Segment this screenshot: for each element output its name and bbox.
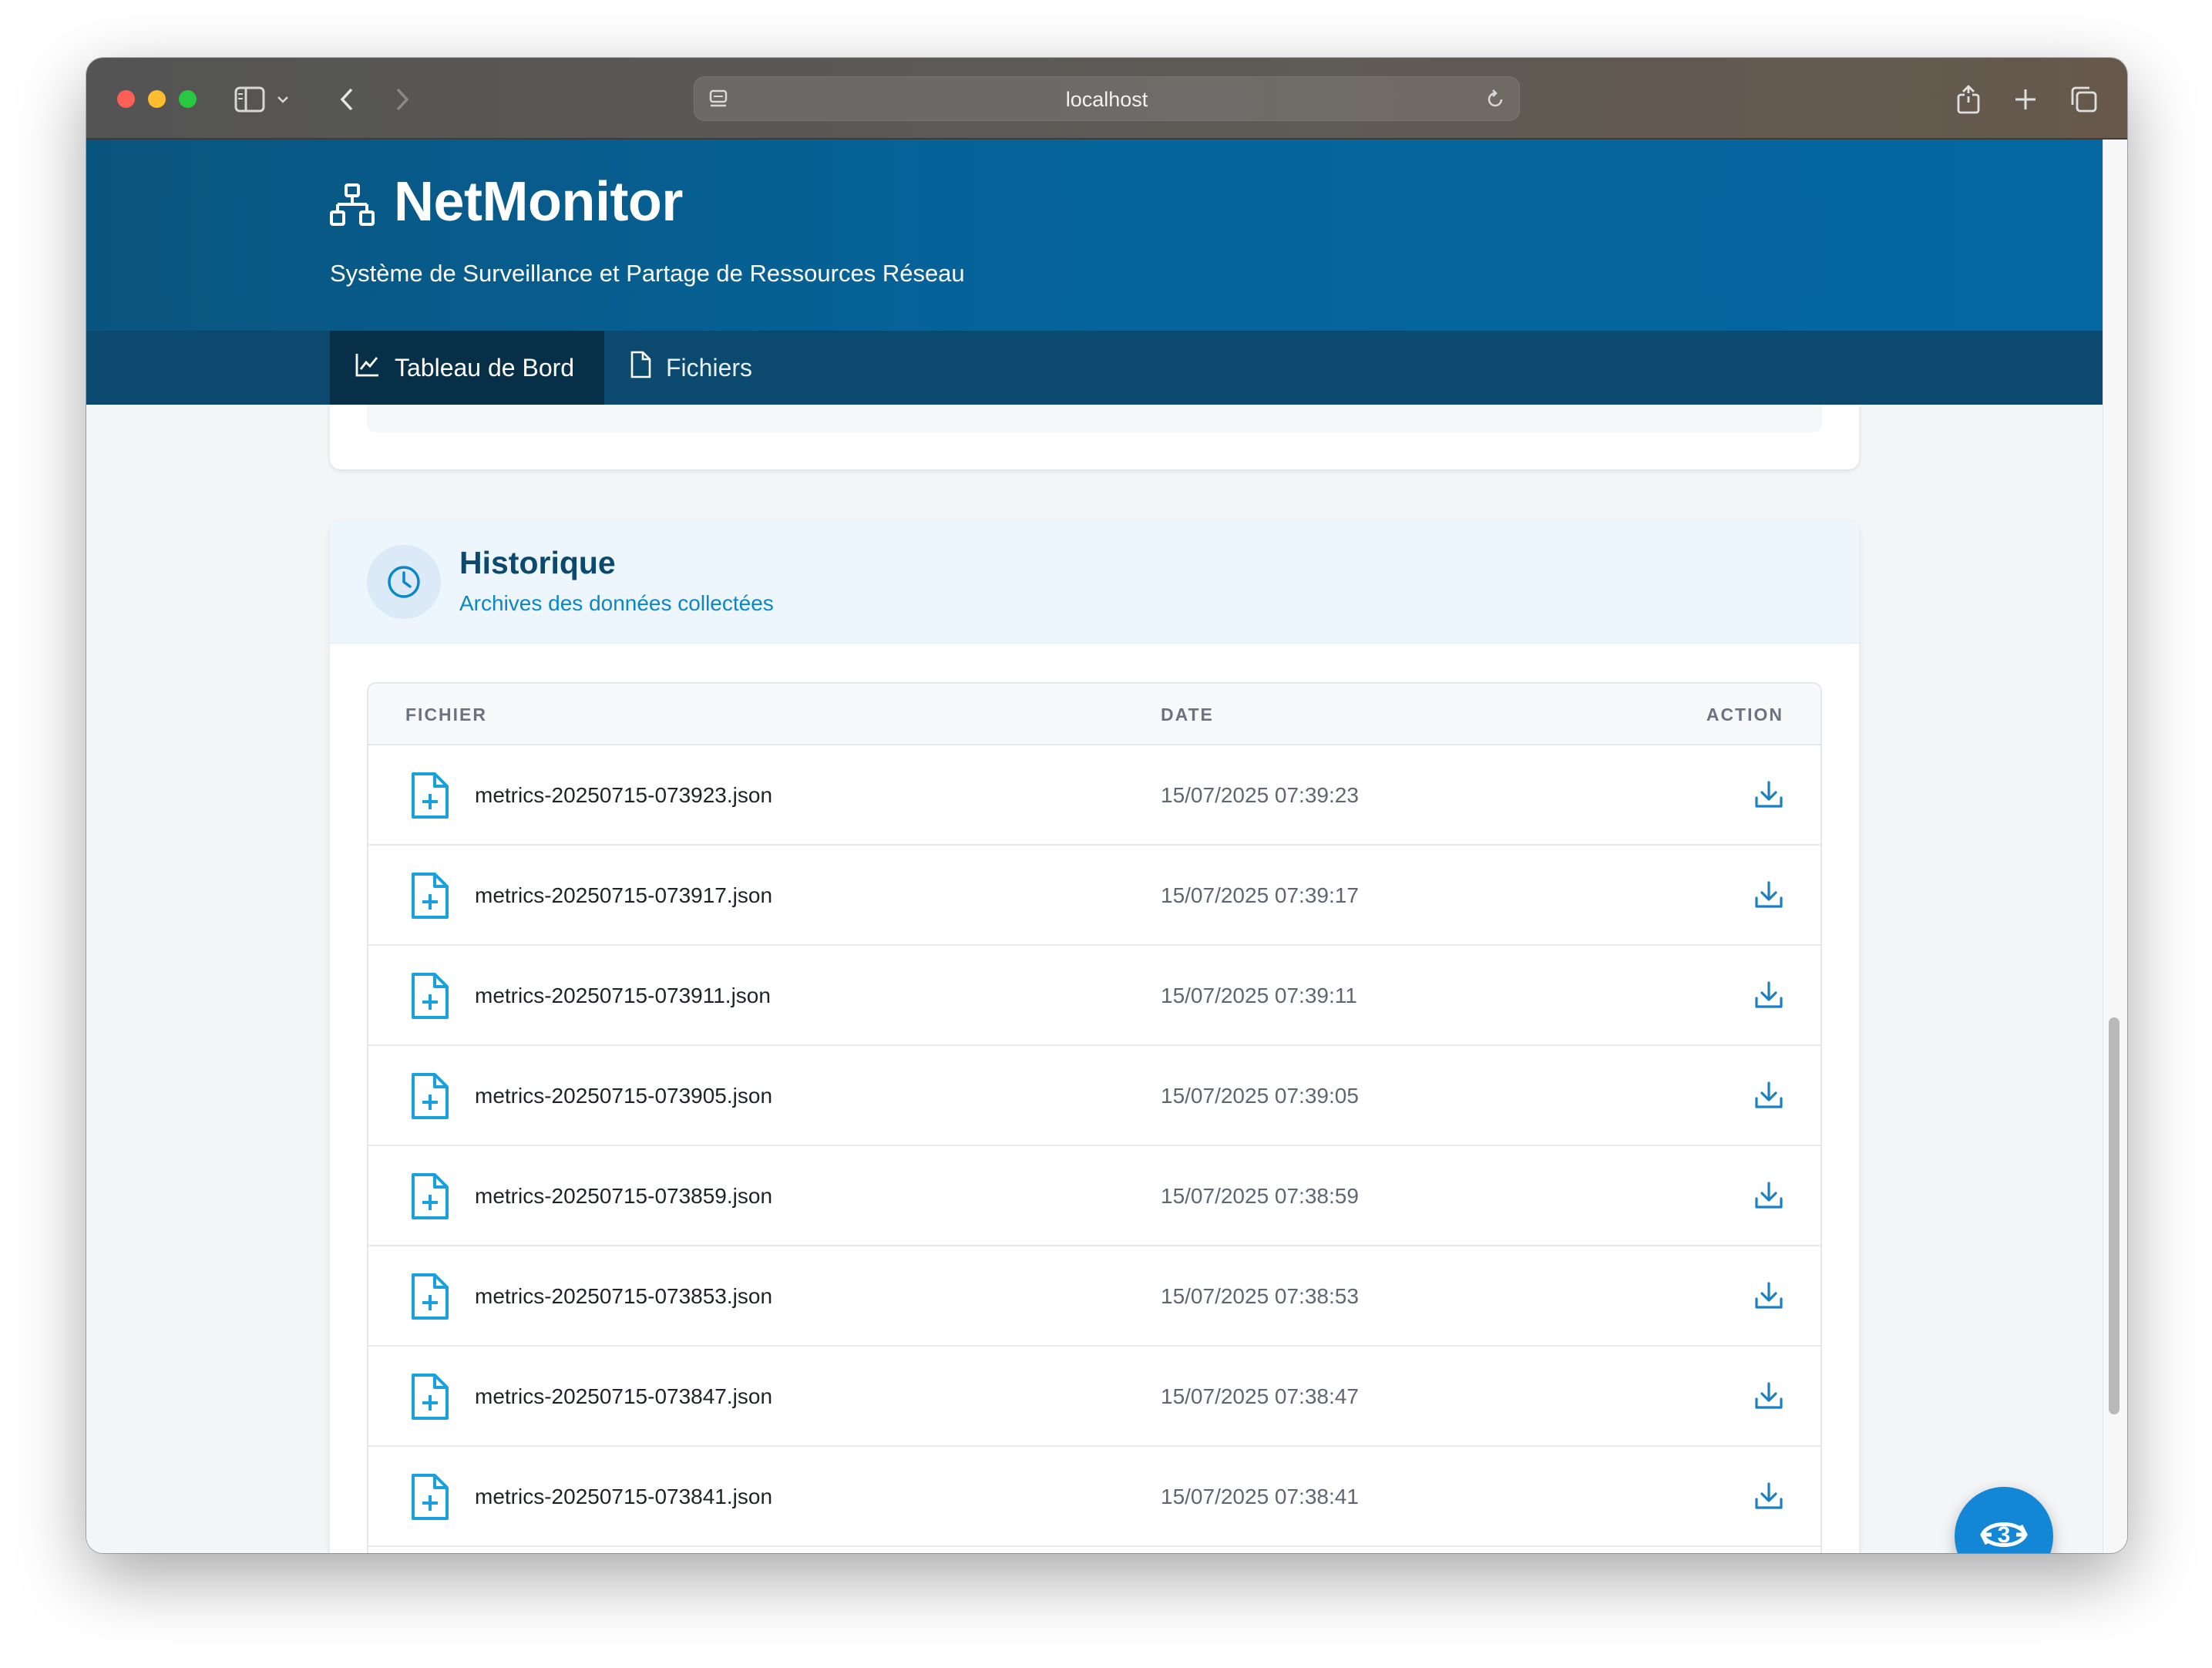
json-file-icon bbox=[408, 1172, 450, 1220]
new-tab-icon[interactable] bbox=[2009, 82, 2042, 116]
file-name[interactable]: metrics-20250715-073905.json bbox=[475, 1046, 772, 1146]
json-file-icon bbox=[408, 1273, 450, 1320]
file-date: 15/07/2025 07:39:17 bbox=[1161, 883, 1359, 907]
table-row: metrics-20250715-073923.json 15/07/2025 0… bbox=[368, 745, 1820, 846]
download-button[interactable] bbox=[1753, 1281, 1785, 1313]
download-button[interactable] bbox=[1753, 780, 1785, 812]
file-date: 15/07/2025 07:38:59 bbox=[1161, 1184, 1359, 1208]
download-icon bbox=[1753, 1481, 1784, 1515]
file-name[interactable]: metrics-20250715-073911.json bbox=[475, 946, 771, 1046]
clock-icon bbox=[367, 545, 441, 619]
minimize-window-button[interactable] bbox=[148, 90, 166, 108]
file-date: 15/07/2025 07:39:05 bbox=[1161, 1084, 1359, 1108]
json-file-icon bbox=[408, 772, 450, 819]
file-date: 15/07/2025 07:38:53 bbox=[1161, 1284, 1359, 1308]
file-date: 15/07/2025 07:38:47 bbox=[1161, 1384, 1359, 1408]
browser-toolbar: localhost bbox=[86, 58, 2127, 140]
history-table: FICHIER DATE ACTION metrics-20250715-073… bbox=[367, 682, 1822, 1553]
column-header-action: ACTION bbox=[1706, 705, 1783, 725]
refresh-count: 3 bbox=[1998, 1522, 2011, 1548]
file-name[interactable]: metrics-20250715-073923.json bbox=[475, 745, 772, 846]
file-name[interactable]: metrics-20250715-073847.json bbox=[475, 1347, 772, 1447]
column-header-date[interactable]: DATE bbox=[1161, 684, 1214, 745]
close-window-button[interactable] bbox=[117, 90, 135, 108]
download-icon bbox=[1753, 1280, 1784, 1315]
table-row: metrics-20250715-073911.json 15/07/2025 0… bbox=[368, 946, 1820, 1046]
page-content: NetMonitor Système de Surveillance et Pa… bbox=[86, 140, 2103, 1553]
table-row: metrics-20250715-073859.json 15/07/2025 0… bbox=[368, 1146, 1820, 1246]
tab-dashboard-label: Tableau de Bord bbox=[395, 353, 575, 382]
sidebar-toggle-icon[interactable] bbox=[233, 82, 267, 116]
download-button[interactable] bbox=[1753, 1381, 1785, 1414]
network-icon bbox=[330, 183, 375, 227]
table-row: metrics-20250715-073853.json 15/07/2025 0… bbox=[368, 1246, 1820, 1347]
json-file-icon bbox=[408, 972, 450, 1020]
history-card-header: Historique Archives des données collecté… bbox=[330, 520, 1859, 644]
app-header: NetMonitor Système de Surveillance et Pa… bbox=[86, 140, 2103, 331]
history-subtitle: Archives des données collectées bbox=[459, 591, 774, 615]
table-row: metrics-20250715-073847.json 15/07/2025 0… bbox=[368, 1347, 1820, 1447]
tab-dashboard[interactable]: Tableau de Bord bbox=[330, 331, 604, 405]
tab-files-label: Fichiers bbox=[666, 353, 753, 382]
file-name[interactable]: metrics-20250715-073917.json bbox=[475, 846, 772, 946]
file-icon bbox=[629, 351, 652, 385]
download-button[interactable] bbox=[1753, 880, 1785, 913]
page-settings-icon[interactable] bbox=[705, 86, 731, 113]
file-date: 15/07/2025 07:39:11 bbox=[1161, 984, 1357, 1007]
reload-icon[interactable] bbox=[1482, 86, 1508, 113]
download-icon bbox=[1753, 1180, 1784, 1215]
download-button[interactable] bbox=[1753, 1181, 1785, 1213]
download-icon bbox=[1753, 779, 1784, 814]
chevron-down-icon[interactable] bbox=[271, 82, 294, 116]
file-name[interactable]: metrics-20250715-073859.json bbox=[475, 1146, 772, 1246]
tab-overview-icon[interactable] bbox=[2067, 82, 2101, 116]
json-file-icon bbox=[408, 872, 450, 920]
main-nav: Tableau de Bord Fichiers bbox=[86, 331, 2103, 405]
tab-files[interactable]: Fichiers bbox=[604, 331, 789, 405]
maximize-window-button[interactable] bbox=[179, 90, 197, 108]
table-row: metrics-20250715-073841.json 15/07/2025 0… bbox=[368, 1447, 1820, 1547]
scrollbar-thumb[interactable] bbox=[2109, 1017, 2120, 1414]
file-name[interactable]: metrics-20250715-073841.json bbox=[475, 1447, 772, 1547]
forward-arrow-icon[interactable] bbox=[385, 82, 419, 116]
json-file-icon bbox=[408, 1072, 450, 1120]
download-icon bbox=[1753, 1080, 1784, 1115]
download-button[interactable] bbox=[1753, 980, 1785, 1013]
download-button[interactable] bbox=[1753, 1481, 1785, 1514]
download-icon bbox=[1753, 1380, 1784, 1415]
chart-line-icon bbox=[355, 351, 381, 384]
address-text: localhost bbox=[1065, 88, 1148, 111]
share-icon[interactable] bbox=[1951, 82, 1985, 116]
download-button[interactable] bbox=[1753, 1081, 1785, 1113]
json-file-icon bbox=[408, 1473, 450, 1521]
app-title: NetMonitor bbox=[394, 171, 683, 233]
app-subtitle: Système de Surveillance et Partage de Re… bbox=[330, 260, 965, 287]
table-header: FICHIER DATE ACTION bbox=[368, 684, 1820, 745]
previous-card bbox=[330, 405, 1859, 469]
download-icon bbox=[1753, 879, 1784, 914]
address-bar[interactable]: localhost bbox=[694, 76, 1520, 121]
history-card: Historique Archives des données collecté… bbox=[330, 520, 1859, 1553]
table-row: metrics-20250715-073905.json 15/07/2025 0… bbox=[368, 1046, 1820, 1146]
download-icon bbox=[1753, 980, 1784, 1014]
browser-window: localhost NetMonitor Système de Surveill… bbox=[86, 58, 2127, 1553]
file-name[interactable]: metrics-20250715-073853.json bbox=[475, 1246, 772, 1347]
column-header-file[interactable]: FICHIER bbox=[405, 684, 487, 745]
history-title: Historique bbox=[459, 545, 616, 580]
auto-refresh-button[interactable]: 3 bbox=[1955, 1487, 2053, 1553]
file-date: 15/07/2025 07:38:41 bbox=[1161, 1485, 1359, 1508]
file-date: 15/07/2025 07:39:23 bbox=[1161, 783, 1359, 807]
table-row: metrics-20250715-073917.json 15/07/2025 0… bbox=[368, 846, 1820, 946]
back-arrow-icon[interactable] bbox=[330, 82, 364, 116]
refresh-icon: 3 bbox=[1973, 1504, 2035, 1554]
json-file-icon bbox=[408, 1373, 450, 1421]
